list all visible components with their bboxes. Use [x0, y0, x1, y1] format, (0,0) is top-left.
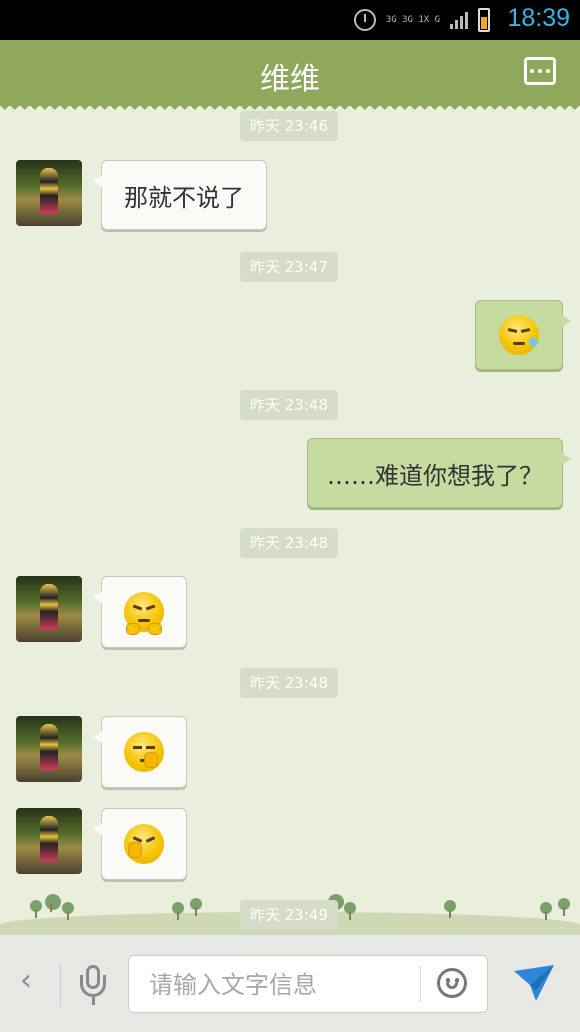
- sweat-face-emoji: [499, 315, 539, 355]
- message-timestamp: 昨天 23:46: [240, 111, 338, 141]
- contact-avatar[interactable]: [16, 160, 82, 226]
- message-text: ……难道你想我了？: [327, 461, 543, 490]
- message-timestamp: 昨天 23:47: [240, 252, 338, 282]
- contact-avatar[interactable]: [16, 808, 82, 874]
- sent-message-bubble[interactable]: ……难道你想我了？: [307, 438, 571, 508]
- received-message-bubble[interactable]: [93, 808, 187, 880]
- received-message-bubble[interactable]: [93, 716, 187, 788]
- message-input-container: [128, 955, 488, 1014]
- contact-avatar[interactable]: [16, 716, 82, 782]
- contact-avatar[interactable]: [16, 576, 82, 642]
- signal-icon: [450, 11, 468, 29]
- chevron-left-icon[interactable]: ‹: [20, 963, 32, 998]
- chat-title: 维维: [260, 62, 320, 97]
- message-timestamp: 昨天 23:48: [240, 528, 338, 558]
- grumpy-face-emoji: [124, 592, 164, 635]
- message-timestamp: 昨天 23:49: [240, 900, 338, 930]
- input-bar: ‹: [0, 934, 580, 1032]
- finger-face-emoji: [124, 824, 164, 864]
- message-input[interactable]: [147, 956, 421, 1014]
- microphone-icon[interactable]: [80, 965, 106, 1007]
- battery-icon: [478, 8, 490, 32]
- more-options-button[interactable]: [524, 57, 556, 85]
- network-type-indicator: 3G 3G 1X G: [385, 15, 440, 25]
- emoji-icon[interactable]: [437, 968, 467, 998]
- field-divider: [420, 966, 421, 1002]
- send-icon[interactable]: [512, 963, 556, 1003]
- message-timestamp: 昨天 23:48: [240, 668, 338, 698]
- status-clock: 18:39: [507, 4, 570, 32]
- received-message-bubble[interactable]: 那就不说了: [93, 160, 267, 230]
- sent-message-bubble[interactable]: [475, 300, 571, 370]
- alarm-icon: [353, 9, 376, 31]
- received-message-bubble[interactable]: [93, 576, 187, 648]
- message-text: 那就不说了: [124, 183, 244, 212]
- chat-list[interactable]: 昨天 23:46 那就不说了 昨天 23:47 昨天 23:48 ……难道你想我…: [0, 106, 580, 934]
- chat-header: 维维: [0, 40, 580, 111]
- status-icons: 3G 3G 1X G: [353, 8, 490, 32]
- input-divider: [60, 963, 61, 1007]
- status-bar: 3G 3G 1X G 18:39: [0, 0, 580, 40]
- message-timestamp: 昨天 23:48: [240, 390, 338, 420]
- hush-face-emoji: [124, 732, 164, 772]
